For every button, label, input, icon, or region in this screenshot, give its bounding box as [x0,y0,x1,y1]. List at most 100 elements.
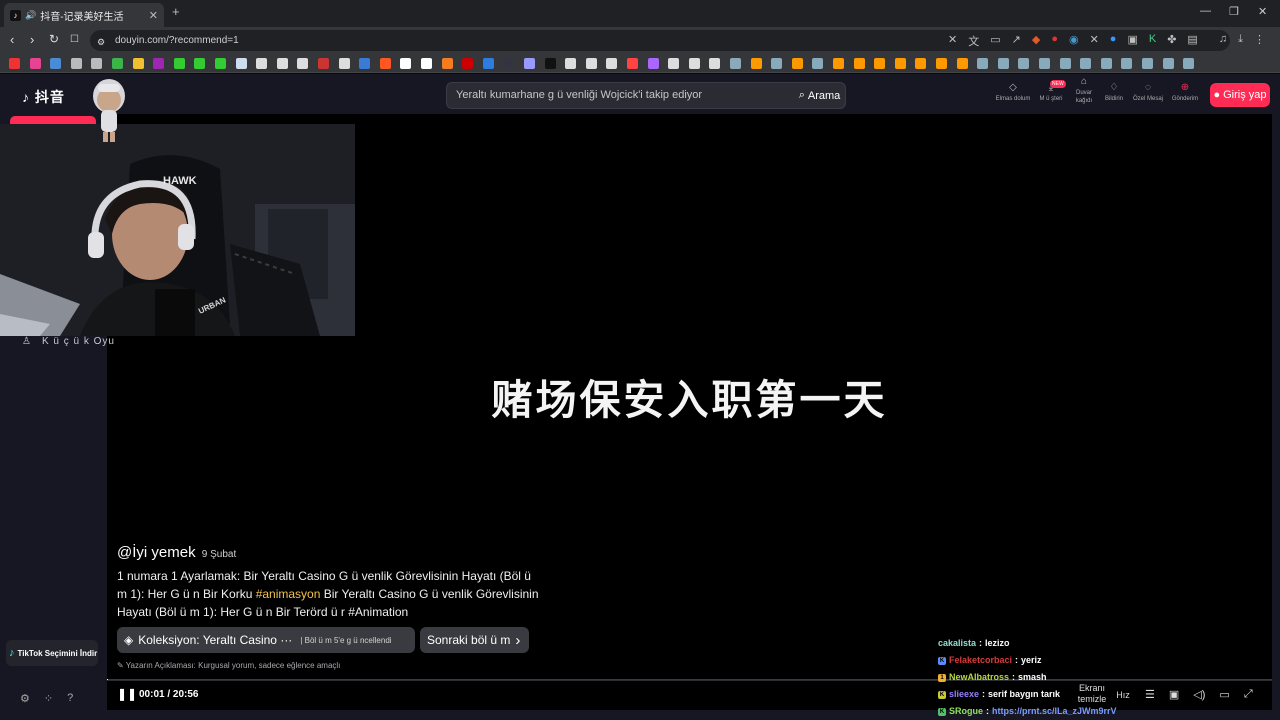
search-button[interactable]: ⌕ Arama [794,83,845,108]
video-author[interactable]: @İyi yemek 9 Şubat [117,544,236,561]
close-tab-icon[interactable]: ✕ [149,9,158,22]
new-tab-button[interactable]: + [172,4,180,19]
bookmark-favicon-icon[interactable] [1142,58,1153,69]
bookmark-favicon-icon[interactable] [338,58,350,69]
tiktok-download-promo[interactable]: ♪ TikTok Seçimini İndir [6,640,98,666]
extension-icon[interactable]: ● [1051,33,1058,49]
bookmark-favicon-icon[interactable] [771,58,783,69]
bookmark-favicon-icon[interactable] [853,58,865,69]
bookmark-favicon-icon[interactable] [503,58,515,69]
bookmark-favicon-icon[interactable] [1100,58,1112,69]
bookmark-favicon-icon[interactable] [874,58,886,69]
sidebar-item-mini-games[interactable]: ♙ K ü ç ü k Oyu [22,336,115,347]
bookmark-favicon-icon[interactable] [791,58,803,69]
music-icon[interactable]: ♫ [1219,33,1227,49]
shield-icon[interactable]: ◆ [1032,33,1040,49]
bookmark-favicon-icon[interactable] [977,58,989,69]
bookmark-favicon-icon[interactable] [915,58,927,69]
bookmark-favicon-icon[interactable] [750,58,762,69]
cast-icon[interactable]: ▭ [990,33,1000,49]
extension-icon[interactable]: ● [1110,33,1117,49]
douyin-logo[interactable]: ♪ 抖音 [22,87,65,107]
bookmark-favicon-icon[interactable] [462,58,474,69]
site-info-icon[interactable]: ⚙ [97,36,105,49]
bookmark-favicon-icon[interactable] [544,58,556,69]
minimize-button[interactable]: — [1200,5,1211,17]
author-name[interactable]: @İyi yemek [117,544,196,561]
maximize-button[interactable]: ❐ [1229,5,1239,18]
bookmark-favicon-icon[interactable] [173,58,185,69]
extension-icon[interactable]: K [1149,33,1156,49]
bookmark-favicon-icon[interactable] [441,58,453,69]
volume-icon[interactable]: ◁) [1193,688,1205,701]
bookmark-favicon-icon[interactable] [565,58,577,69]
forward-icon[interactable]: › [30,33,34,46]
hashtag-link[interactable]: #animasyon [256,587,321,601]
collection-button[interactable]: ◈ Koleksiyon: Yeraltı Casino ··· | Böl ü… [117,627,415,653]
bookmark-favicon-icon[interactable] [1039,58,1050,69]
url-text[interactable]: douyin.com/?recommend=1 [115,35,239,46]
login-button[interactable]: ● Giriş yap [1210,83,1270,107]
bookmark-favicon-icon[interactable] [29,58,41,69]
bookmark-favicon-icon[interactable] [132,58,144,69]
fullscreen-icon[interactable]: ⤢ [1244,688,1253,701]
extension-icon[interactable]: ▣ [1127,33,1137,49]
bookmark-favicon-icon[interactable] [1162,58,1174,69]
bookmark-favicon-icon[interactable] [936,58,947,69]
bookmark-favicon-icon[interactable] [153,58,165,69]
bookmark-favicon-icon[interactable] [256,58,268,69]
bookmark-favicon-icon[interactable] [400,58,412,69]
bookmark-favicon-icon[interactable] [730,58,741,69]
bookmark-favicon-icon[interactable] [709,58,721,69]
bookmark-favicon-icon[interactable] [956,58,968,69]
bookmark-favicon-icon[interactable] [606,58,618,69]
pip-icon[interactable]: ▣ [1169,688,1179,701]
apps-icon[interactable]: ⁘ [44,692,53,705]
playlist-icon[interactable]: ☰ [1145,688,1155,701]
close-window-button[interactable]: ✕ [1258,5,1267,18]
share-icon[interactable]: ↗ [1012,33,1021,49]
bookmark-favicon-icon[interactable] [1018,58,1030,69]
sidebar-icon[interactable]: ▤ [1187,33,1197,49]
translate-off-icon[interactable]: ✕ [948,33,957,49]
bookmark-favicon-icon[interactable] [482,58,494,69]
bookmark-favicon-icon[interactable] [9,58,20,69]
download-icon[interactable]: ⤓ [1238,33,1243,49]
bookmark-favicon-icon[interactable] [688,58,700,69]
bookmark-favicon-icon[interactable] [997,58,1009,69]
bookmark-favicon-icon[interactable] [235,58,247,69]
bookmark-favicon-icon[interactable] [318,58,329,69]
bookmark-favicon-icon[interactable] [421,58,432,69]
bookmark-favicon-icon[interactable] [1080,58,1092,69]
browser-tab[interactable]: ♪ 🔊 抖音-记录美好生活 ✕ [4,3,164,27]
bookmark-favicon-icon[interactable] [833,58,844,69]
extension-icon[interactable]: ✕ [1090,33,1099,49]
bookmark-favicon-icon[interactable] [647,58,659,69]
menu-icon[interactable]: ⋮ [1254,33,1265,49]
bookmark-favicon-icon[interactable] [359,58,371,69]
back-icon[interactable]: ‹ [10,33,14,46]
bookmark-favicon-icon[interactable] [91,58,103,69]
pause-icon[interactable]: ❚❚ [117,687,137,701]
settings-icon[interactable]: ⚙ [20,692,30,705]
bookmark-favicon-icon[interactable] [1183,58,1195,69]
web-fullscreen-icon[interactable]: ▭ [1219,688,1229,701]
bookmark-favicon-icon[interactable] [50,58,62,69]
bookmark-favicon-icon[interactable] [70,58,82,69]
puzzle-icon[interactable]: ✤ [1167,33,1176,49]
bookmark-favicon-icon[interactable] [276,58,288,69]
bookmark-favicon-icon[interactable] [894,58,906,69]
reload-icon[interactable]: ↻ [49,33,59,46]
translate-icon[interactable]: 文 [968,33,979,49]
bookmark-icon[interactable]: ☐ [70,33,79,46]
bookmark-favicon-icon[interactable] [112,58,123,69]
help-icon[interactable]: ? [67,692,73,705]
bookmark-favicon-icon[interactable] [1121,58,1133,69]
bookmark-favicon-icon[interactable] [668,58,680,69]
bookmark-favicon-icon[interactable] [297,58,309,69]
bookmark-favicon-icon[interactable] [812,58,824,69]
upload-button[interactable]: ⊕ Gönderim [1160,83,1210,103]
next-episode-button[interactable]: Sonraki böl ü m › [420,627,529,653]
bookmark-favicon-icon[interactable] [194,58,206,69]
bookmark-favicon-icon[interactable] [585,58,597,69]
